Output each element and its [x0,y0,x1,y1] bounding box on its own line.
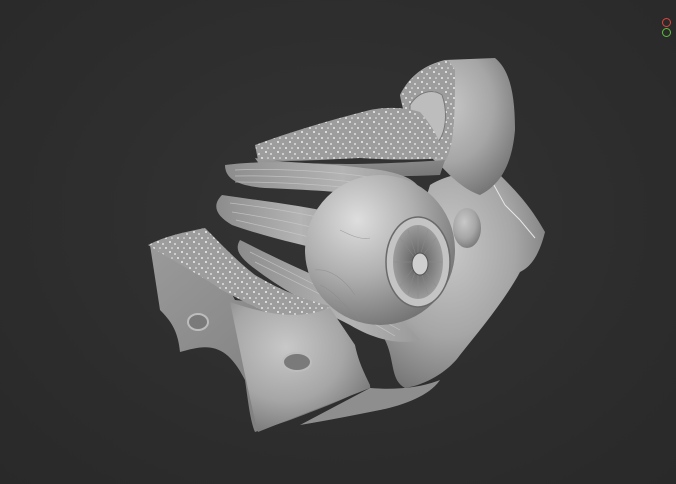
eye-orbit-model[interactable] [0,0,676,484]
viewport-3d[interactable] [0,0,676,484]
pupil [411,252,429,276]
viewport-gizmo [662,18,672,37]
foramen-hole [282,352,312,372]
red-circle-icon[interactable] [662,18,671,27]
green-circle-icon[interactable] [662,28,671,37]
lacrimal-bump [453,208,481,248]
orbital-roof-plate [255,107,445,161]
left-foramen-hole [187,313,209,331]
